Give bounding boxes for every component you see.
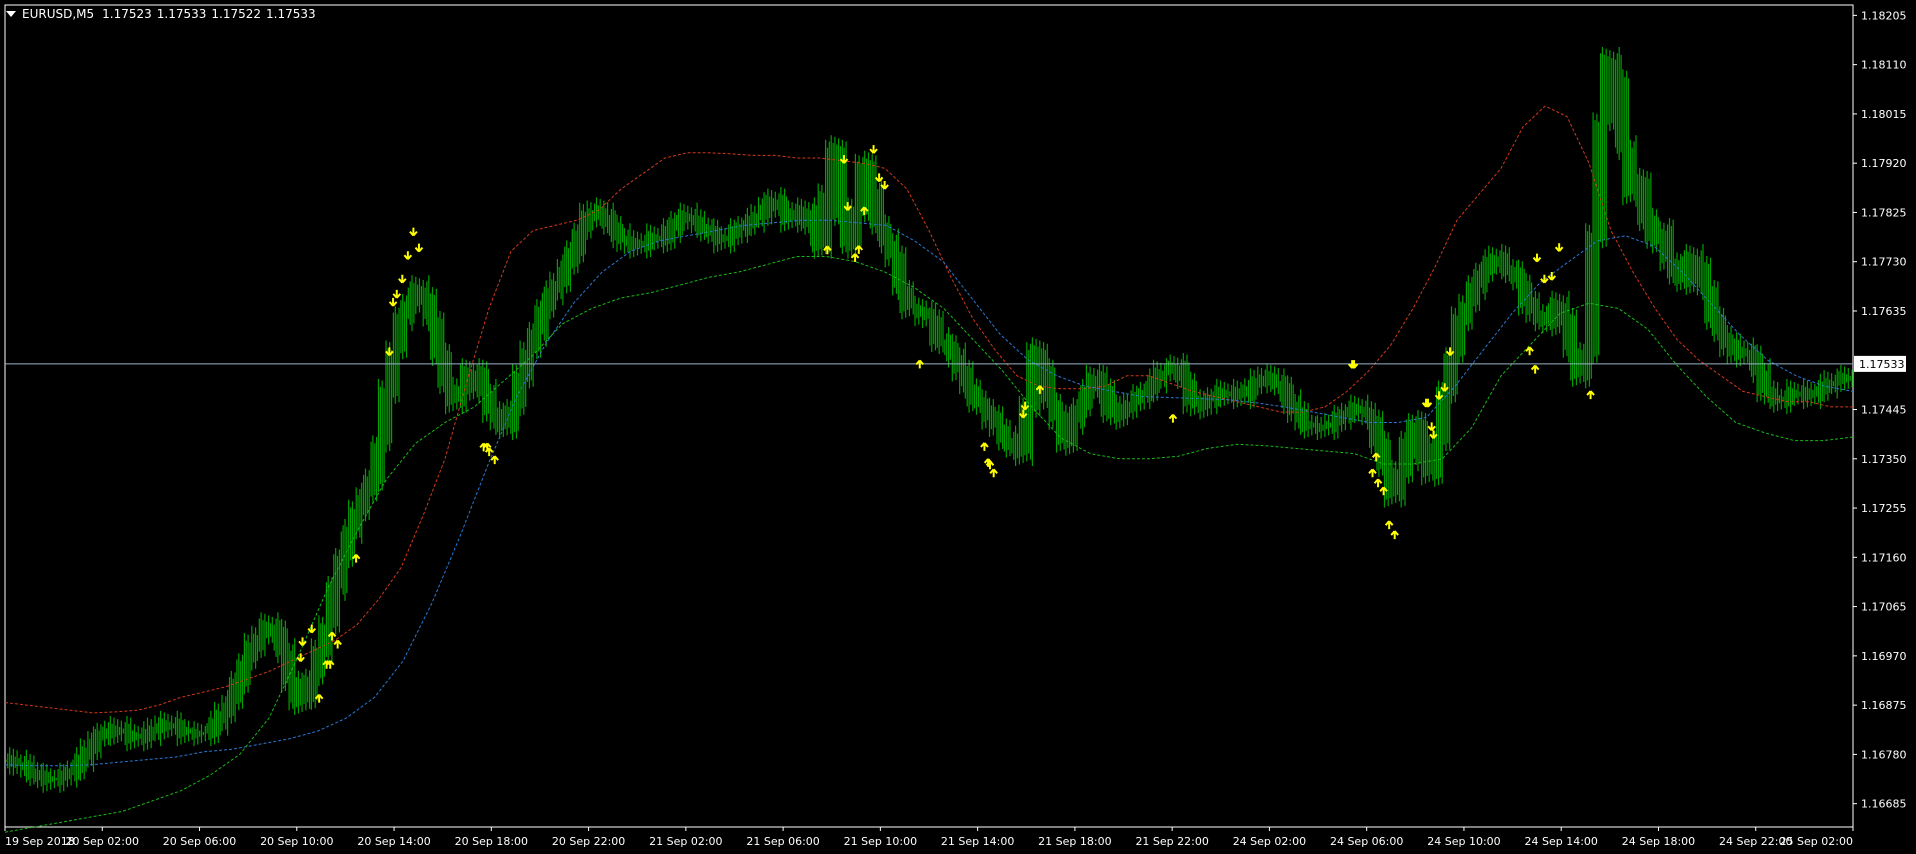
x-tick-label: 24 Sep 06:00 xyxy=(1330,835,1403,848)
buy-arrow-icon xyxy=(351,553,361,563)
x-tick-label: 24 Sep 02:00 xyxy=(1233,835,1306,848)
sell-arrow-icon xyxy=(1532,253,1542,263)
sell-arrow-icon xyxy=(1547,271,1557,281)
current-price-tag: 1.17533 xyxy=(1854,355,1906,372)
sell-arrow-icon xyxy=(388,297,398,307)
x-tick-label: 21 Sep 10:00 xyxy=(844,835,917,848)
y-tick-label: 1.18110 xyxy=(1861,59,1907,72)
y-tick-label: 1.17445 xyxy=(1861,404,1907,417)
x-tick-label: 21 Sep 06:00 xyxy=(746,835,819,848)
y-tick-label: 1.17255 xyxy=(1861,502,1907,515)
buy-arrow-icon xyxy=(1368,468,1377,478)
plot-frame xyxy=(4,4,1854,828)
y-tick-label: 1.17635 xyxy=(1861,305,1907,318)
x-tick-label: 21 Sep 02:00 xyxy=(649,835,722,848)
sell-arrow-icon xyxy=(403,251,413,260)
y-tick-label: 1.16780 xyxy=(1861,748,1907,761)
open-value: 1.17523 xyxy=(102,7,152,21)
close-value: 1.17533 xyxy=(266,7,316,21)
x-tick-label: 20 Sep 10:00 xyxy=(260,835,333,848)
x-tick-label: 20 Sep 14:00 xyxy=(357,835,430,848)
y-tick-label: 1.17920 xyxy=(1861,157,1907,170)
x-tick-label: 24 Sep 14:00 xyxy=(1524,835,1597,848)
x-tick-label: 19 Sep 2018 xyxy=(5,835,75,848)
buy-arrow-icon xyxy=(915,359,925,369)
sell-arrow-icon xyxy=(869,145,878,154)
chart-window[interactable]: 1.18205 1.18110 1.18015 1.17920 1.17825 1.177… xyxy=(0,0,1916,854)
chart-canvas[interactable]: 1.18205 1.18110 1.18015 1.17920 1.17825 1.177… xyxy=(0,0,1916,854)
y-tick-label: 1.18205 xyxy=(1861,9,1907,22)
y-tick-label: 1.16875 xyxy=(1861,699,1907,712)
sell-arrow-icon xyxy=(409,227,418,237)
current-price-label: 1.17533 xyxy=(1859,358,1905,371)
x-tick-label: 21 Sep 14:00 xyxy=(941,835,1014,848)
high-value: 1.17533 xyxy=(156,7,207,21)
low-value: 1.17522 xyxy=(211,7,262,21)
buy-arrow-icon xyxy=(1525,346,1534,356)
chart-menu-icon[interactable] xyxy=(6,11,16,17)
buy-arrow-icon xyxy=(1586,390,1595,400)
buy-arrow-icon xyxy=(490,455,499,465)
y-tick-label: 1.16685 xyxy=(1861,798,1907,811)
y-tick-label: 1.16970 xyxy=(1861,650,1907,663)
sell-arrow-icon xyxy=(398,274,407,284)
buy-arrow-icon xyxy=(333,639,342,649)
sell-arrow-icon xyxy=(1554,243,1564,252)
sell-arrow-icon xyxy=(414,243,424,253)
sell-arrow-icon xyxy=(880,180,889,190)
sell-arrow-icon xyxy=(1429,430,1438,440)
sell-arrow-icon xyxy=(296,653,305,663)
buy-arrow-icon xyxy=(980,442,989,451)
y-tick-label: 1.17350 xyxy=(1861,453,1907,466)
y-tick-label: 1.17065 xyxy=(1861,601,1907,614)
buy-arrow-icon xyxy=(1168,413,1178,423)
y-tick-label: 1.18015 xyxy=(1861,108,1907,121)
x-tick-label: 24 Sep 10:00 xyxy=(1427,835,1500,848)
buy-arrow-icon xyxy=(989,468,998,478)
chart-header: EURUSD,M5 1.17523 1.17533 1.17522 1.1753… xyxy=(6,6,321,22)
x-tick-label: 20 Sep 06:00 xyxy=(163,835,236,848)
x-tick-label: 25 Sep 02:00 xyxy=(1780,835,1853,848)
sell-arrow-icon xyxy=(1427,422,1436,432)
sell-arrow-icon xyxy=(1445,347,1455,357)
buy-arrow-icon xyxy=(1530,364,1540,374)
x-tick-label: 20 Sep 18:00 xyxy=(455,835,528,848)
symbol-label: EURUSD,M5 xyxy=(22,7,95,21)
x-tick-label: 20 Sep 22:00 xyxy=(552,835,625,848)
sell-arrow-icon xyxy=(392,289,402,299)
sell-arrow-icon xyxy=(298,637,307,647)
buy-arrow-icon xyxy=(854,245,864,254)
x-tick-label: 21 Sep 22:00 xyxy=(1135,835,1208,848)
y-tick-label: 1.17730 xyxy=(1861,256,1907,269)
x-tick-label: 20 Sep 02:00 xyxy=(66,835,139,848)
buy-arrow-icon xyxy=(1373,478,1383,488)
y-tick-label: 1.17825 xyxy=(1861,206,1907,219)
x-tick-label: 21 Sep 18:00 xyxy=(1038,835,1111,848)
buy-arrow-icon xyxy=(1390,530,1399,540)
x-tick-label: 24 Sep 18:00 xyxy=(1622,835,1695,848)
y-tick-label: 1.17160 xyxy=(1861,551,1907,564)
buy-arrow-icon xyxy=(1384,520,1394,530)
price-bars xyxy=(5,47,1853,793)
